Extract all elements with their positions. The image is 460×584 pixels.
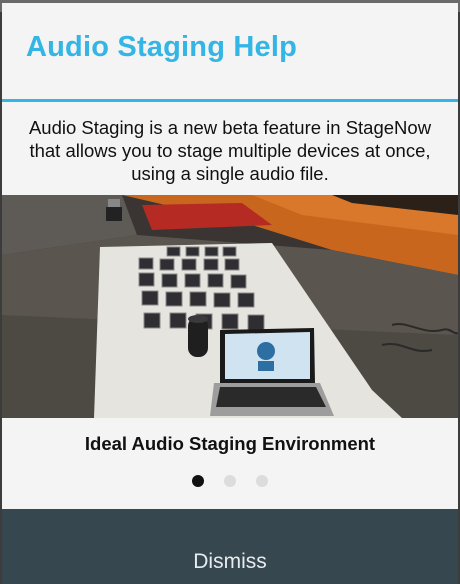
- dialog-header: Audio Staging Help: [2, 3, 458, 99]
- dialog-description: Audio Staging is a new beta feature in S…: [28, 117, 432, 184]
- page-indicator: [2, 475, 458, 489]
- title-divider: [2, 99, 458, 102]
- audio-staging-help-dialog: Audio Staging Help Audio Staging is a ne…: [2, 3, 458, 584]
- dismiss-button-label: Dismiss: [193, 549, 267, 573]
- page-dot-active[interactable]: [192, 475, 204, 487]
- dismiss-button[interactable]: Dismiss: [2, 509, 458, 584]
- page-dot[interactable]: [256, 475, 268, 487]
- dialog-title: Audio Staging Help: [26, 31, 298, 63]
- staging-environment-photo[interactable]: [2, 195, 458, 418]
- photo-caption: Ideal Audio Staging Environment: [84, 433, 376, 454]
- page-dot[interactable]: [224, 475, 236, 487]
